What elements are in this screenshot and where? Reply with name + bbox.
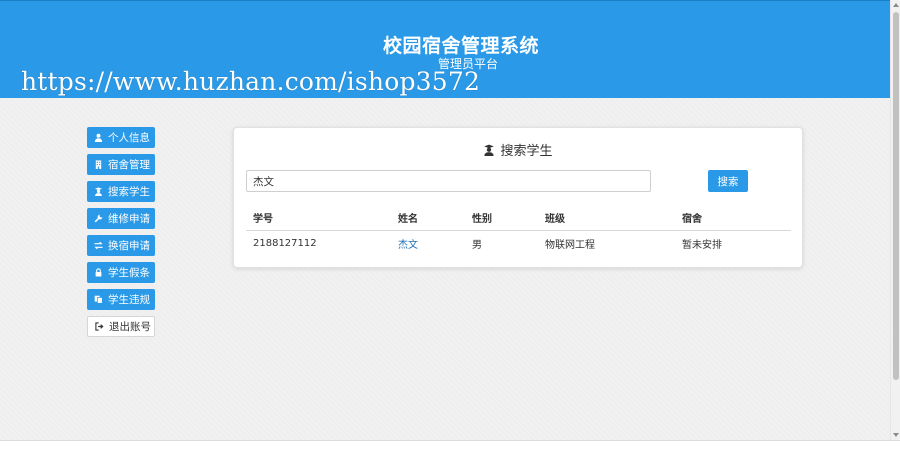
sidebar-item-label: 学生假条 bbox=[108, 267, 150, 279]
cell-gender: 男 bbox=[472, 239, 482, 251]
student-icon bbox=[94, 187, 103, 196]
table-header-row: 学号 姓名 性别 班级 宿舍 bbox=[246, 206, 791, 231]
sidebar-item-repair-request[interactable]: 维修申请 bbox=[87, 208, 155, 229]
site-header: 校园宿舍管理系统 管理员平台 https://www.huzhan.com/is… bbox=[0, 0, 890, 98]
sidebar-item-dorm-management[interactable]: 宿舍管理 bbox=[87, 154, 155, 175]
column-header: 宿舍 bbox=[675, 206, 791, 231]
student-icon bbox=[484, 144, 495, 156]
sidebar-item-label: 换宿申请 bbox=[108, 240, 150, 252]
table-row: 2188127112 杰文 男 物联网工程 暂未安排 bbox=[246, 230, 791, 256]
logout-label: 退出账号 bbox=[109, 321, 151, 333]
sidebar-item-label: 个人信息 bbox=[108, 132, 150, 144]
column-header: 学号 bbox=[246, 206, 391, 231]
column-header: 班级 bbox=[538, 206, 675, 231]
sidebar-item-label: 宿舍管理 bbox=[108, 159, 150, 171]
column-header: 性别 bbox=[465, 206, 538, 231]
search-student-panel: 搜索学生 搜索 学号 姓名 性别 班级 宿舍 2188127112 杰文 男 物… bbox=[233, 127, 803, 268]
search-button[interactable]: 搜索 bbox=[708, 170, 748, 192]
site-title: 校园宿舍管理系统 bbox=[382, 35, 539, 57]
student-name-link[interactable]: 杰文 bbox=[398, 240, 418, 251]
sidebar-nav: 个人信息 宿舍管理 搜索学生 维修申请 换宿申请 学生假条 学生违规 退出账号 bbox=[87, 127, 155, 343]
lock-icon bbox=[95, 268, 102, 277]
scroll-up-arrow-icon[interactable] bbox=[893, 3, 899, 7]
sidebar-item-leave-slip[interactable]: 学生假条 bbox=[87, 262, 155, 283]
building-icon bbox=[95, 160, 102, 169]
wrench-icon bbox=[94, 214, 103, 223]
vertical-scrollbar[interactable] bbox=[890, 0, 900, 440]
column-header: 姓名 bbox=[391, 206, 465, 231]
sidebar-item-search-student[interactable]: 搜索学生 bbox=[87, 181, 155, 202]
results-table: 学号 姓名 性别 班级 宿舍 2188127112 杰文 男 物联网工程 暂未安… bbox=[246, 206, 791, 256]
user-icon bbox=[94, 133, 103, 142]
search-input[interactable] bbox=[246, 170, 651, 192]
logout-button[interactable]: 退出账号 bbox=[87, 316, 155, 337]
cell-dorm: 暂未安排 bbox=[682, 239, 722, 251]
sidebar-item-violations[interactable]: 学生违规 bbox=[87, 289, 155, 310]
exchange-icon bbox=[94, 241, 103, 250]
sidebar-item-profile[interactable]: 个人信息 bbox=[87, 127, 155, 148]
sidebar-item-label: 搜索学生 bbox=[108, 186, 150, 198]
cell-student-id: 2188127112 bbox=[253, 237, 317, 249]
sign-out-icon bbox=[95, 322, 104, 331]
scroll-thumb[interactable] bbox=[893, 12, 899, 380]
panel-title: 搜索学生 bbox=[234, 140, 802, 159]
sidebar-item-label: 学生违规 bbox=[108, 294, 150, 306]
cell-class: 物联网工程 bbox=[545, 239, 595, 251]
sidebar-item-dorm-swap-request[interactable]: 换宿申请 bbox=[87, 235, 155, 256]
cell-name: 杰文 bbox=[391, 230, 465, 256]
panel-title-text: 搜索学生 bbox=[500, 144, 553, 159]
sidebar-item-label: 维修申请 bbox=[108, 213, 150, 225]
copy-icon bbox=[94, 295, 103, 304]
watermark-url: https://www.huzhan.com/ishop3572 bbox=[21, 67, 481, 96]
horizontal-scrollbar-area bbox=[0, 440, 900, 458]
page-viewport: 校园宿舍管理系统 管理员平台 https://www.huzhan.com/is… bbox=[0, 0, 890, 440]
scroll-down-arrow-icon[interactable] bbox=[893, 433, 899, 437]
